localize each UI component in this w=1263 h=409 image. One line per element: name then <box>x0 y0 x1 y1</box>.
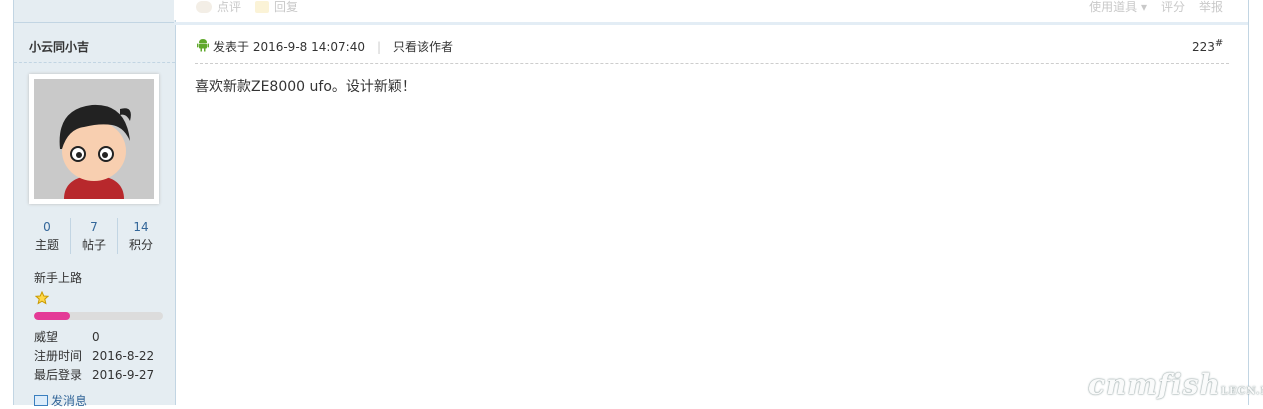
avatar-image <box>34 79 154 199</box>
use-tools-label[interactable]: 使用道具 <box>1089 0 1137 14</box>
meta-separator: | <box>377 39 382 54</box>
floor-number[interactable]: 223# <box>1192 38 1223 54</box>
avatar-cartoon-icon <box>34 79 154 199</box>
floor-mark: # <box>1214 38 1224 49</box>
stat-posts-count[interactable]: 7 <box>71 218 117 236</box>
stat-threads-count[interactable]: 0 <box>24 218 70 236</box>
info-key: 注册时间 <box>34 349 83 363</box>
stat-points-count[interactable]: 14 <box>118 218 164 236</box>
post-divider <box>174 22 1249 25</box>
post-meta: 发表于 2016-9-8 14:07:40 | 只看该作者 <box>197 38 453 55</box>
post-actions-right: 使用道具 ▾ 评分 举报 <box>1089 0 1223 15</box>
chevron-down-icon: ▾ <box>1140 0 1147 14</box>
username-divider <box>14 62 175 63</box>
report-button[interactable]: 举报 <box>1199 0 1223 15</box>
user-info-list: 威望 0 注册时间 2016-8-22 最后登录 2016-9-27 <box>34 328 154 385</box>
floor-number-value[interactable]: 223 <box>1192 40 1215 54</box>
info-value: 2016-8-22 <box>92 349 155 363</box>
username-link[interactable]: 小云同小吉 <box>29 38 89 55</box>
meta-divider <box>195 63 1229 64</box>
stat-points-label: 积分 <box>128 238 153 252</box>
comment-icon <box>196 0 212 13</box>
send-message-link[interactable]: 发消息 <box>34 392 87 409</box>
info-row-last-login: 最后登录 2016-9-27 <box>34 366 154 385</box>
user-level[interactable]: 新手上路 <box>34 269 82 286</box>
post-actions-left: 点评 回复 <box>196 0 298 15</box>
site-watermark: cnmfishLECN.NET <box>1088 368 1263 401</box>
reply-button[interactable]: 回复 <box>255 0 298 15</box>
previous-post-actions: 点评 回复 使用道具 ▾ 评分 举报 <box>174 0 1249 20</box>
reply-label[interactable]: 回复 <box>274 0 298 15</box>
comment-label[interactable]: 点评 <box>217 0 241 15</box>
user-stats: 0 主题 7 帖子 14 积分 <box>24 218 164 254</box>
comment-button[interactable]: 点评 <box>196 0 241 15</box>
watermark-text: cnmfish <box>1088 368 1221 401</box>
user-sidebar: 小云同小吉 0 主题 7 帖子 14 积分 新手上路 威望 0 注册时间 201… <box>13 0 176 408</box>
right-border <box>1248 0 1249 405</box>
sidebar-top-strip <box>14 0 175 23</box>
post-time: 发表于 2016-9-8 14:07:40 <box>213 40 365 54</box>
info-row-register-time: 注册时间 2016-8-22 <box>34 347 154 366</box>
star-icon <box>34 290 50 308</box>
info-value: 2016-9-27 <box>92 368 155 382</box>
level-progress-bar <box>34 312 163 320</box>
use-tools-button[interactable]: 使用道具 ▾ <box>1089 0 1147 15</box>
level-progress-fill <box>34 312 71 320</box>
android-icon <box>197 38 209 55</box>
info-key: 威望 <box>34 330 59 344</box>
info-row-prestige: 威望 0 <box>34 328 154 347</box>
stat-posts[interactable]: 7 帖子 <box>71 218 118 254</box>
avatar[interactable] <box>29 74 159 204</box>
info-value: 0 <box>92 330 100 344</box>
stat-threads-label: 主题 <box>34 238 59 252</box>
post-content: 喜欢新款ZE8000 ufo。设计新颖！ <box>195 79 416 95</box>
only-author-link[interactable]: 只看该作者 <box>393 38 453 55</box>
watermark-suffix: LECN.NET <box>1220 386 1263 397</box>
send-message-label[interactable]: 发消息 <box>51 392 87 409</box>
mail-icon <box>34 395 48 406</box>
stat-posts-label: 帖子 <box>81 238 106 252</box>
reply-icon <box>255 0 270 13</box>
info-key: 最后登录 <box>34 368 83 382</box>
rate-button[interactable]: 评分 <box>1161 0 1185 15</box>
stat-threads[interactable]: 0 主题 <box>24 218 71 254</box>
stat-points[interactable]: 14 积分 <box>118 218 164 254</box>
